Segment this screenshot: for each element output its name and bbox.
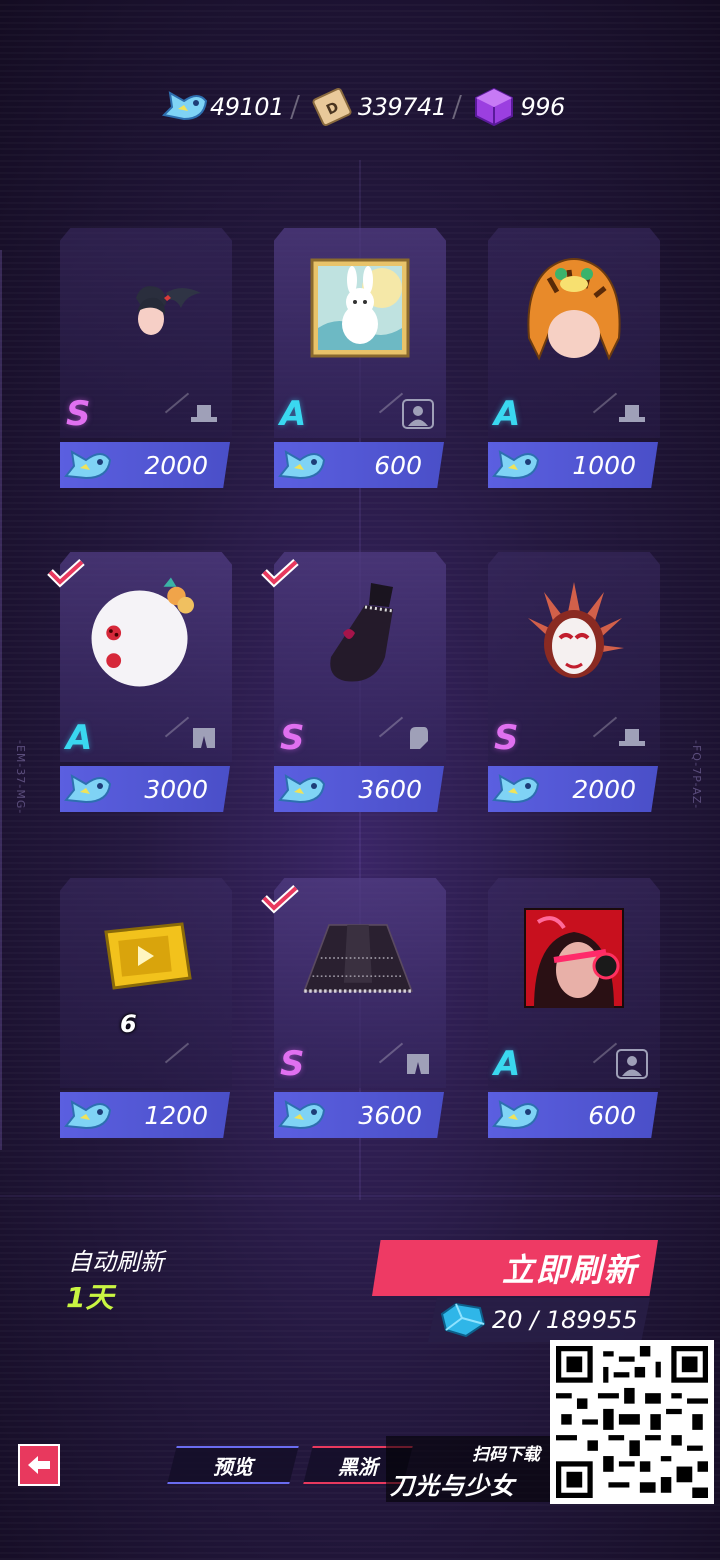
hat-icon: [612, 398, 652, 430]
avatar-icon: [612, 1048, 652, 1080]
fish-coin-icon: [492, 450, 540, 480]
rank-badge: S: [280, 1044, 305, 1084]
currency-ticket: D 339741: [308, 84, 447, 130]
price: 1200: [144, 1100, 208, 1130]
rabbit-frame-icon: [300, 248, 420, 368]
refresh-now-label: 立即刷新: [501, 1251, 638, 1289]
rank-badge: S: [66, 394, 91, 434]
buy-button[interactable]: 3600: [274, 766, 444, 812]
avatar-icon: [398, 398, 438, 430]
shop-item-1[interactable]: S 2000: [60, 228, 232, 488]
fish-coin-icon: [492, 1100, 540, 1130]
back-button[interactable]: [18, 1444, 60, 1486]
download-promo: 扫码下载 刀光与少女: [386, 1436, 552, 1502]
glove-icon: [398, 722, 438, 754]
currency-fish: 49101: [160, 84, 284, 130]
shop-item-8[interactable]: S 3600: [261, 878, 446, 1138]
price: 2000: [144, 450, 208, 480]
feathered-mask-icon: [514, 572, 634, 692]
buy-button[interactable]: 3600: [274, 1092, 444, 1138]
qr-code: [550, 1340, 714, 1504]
price: 1000: [572, 450, 636, 480]
fish-coin-icon: [64, 774, 112, 804]
owned-check-icon: [261, 559, 299, 588]
owned-check-icon: [261, 885, 299, 914]
auto-refresh-value: 1天: [66, 1281, 114, 1314]
separator: [452, 95, 463, 119]
side-code-right: -FQ-7P-AZ-: [690, 740, 703, 810]
buy-button[interactable]: 600: [274, 442, 444, 488]
buy-button[interactable]: 1000: [488, 442, 658, 488]
refresh-cost-value: 20 / 189955: [492, 1306, 638, 1334]
currency-cube: 996: [470, 84, 565, 130]
hat-icon: [612, 722, 652, 754]
d-ticket-value: 339741: [357, 93, 447, 121]
price: 3000: [144, 774, 208, 804]
hat-icon: [184, 398, 224, 430]
rank-badge: A: [494, 394, 521, 434]
fish-coin-icon: [278, 450, 326, 480]
back-arrow-icon: [28, 1456, 50, 1474]
promo-game-title: 刀光与少女: [390, 1472, 515, 1500]
price: 2000: [572, 774, 636, 804]
shop-item-7[interactable]: 6 1200: [60, 878, 232, 1138]
fish-coin-value: 49101: [210, 93, 284, 121]
rank-badge: S: [494, 718, 519, 758]
shop-item-2[interactable]: A 600: [274, 228, 446, 488]
purple-cube-icon: [470, 84, 518, 130]
price: 3600: [358, 1100, 422, 1130]
qr-code-icon: [556, 1346, 708, 1498]
video-ticket-icon: [86, 898, 206, 1018]
buy-button[interactable]: 3000: [60, 766, 230, 812]
buy-button[interactable]: 2000: [60, 442, 230, 488]
price: 600: [374, 450, 422, 480]
separator: [289, 95, 300, 119]
rank-badge: S: [280, 718, 305, 758]
side-code-left: -EM-37-MG-: [14, 740, 27, 815]
shop-item-5[interactable]: S 3600: [261, 552, 446, 812]
blue-gem-icon: [440, 1302, 486, 1338]
tab-preview-label: 预览: [213, 1454, 253, 1479]
price: 3600: [358, 774, 422, 804]
promo-scan-text: 扫码下载: [472, 1445, 540, 1465]
d-ticket-icon: D: [308, 84, 356, 130]
tab-preview[interactable]: 预览: [167, 1446, 299, 1484]
buy-button[interactable]: 1200: [60, 1092, 230, 1138]
price: 600: [588, 1100, 636, 1130]
character-portrait-icon: [514, 898, 634, 1018]
pants-icon: [184, 722, 224, 754]
fish-coin-icon: [64, 1100, 112, 1130]
lace-skirt-icon: [300, 898, 420, 1018]
purple-cube-value: 996: [520, 93, 565, 121]
item-quantity: 6: [120, 1010, 137, 1038]
shop-item-6[interactable]: S 2000: [488, 552, 660, 812]
tab-black-label: 黑浙: [338, 1454, 378, 1479]
fish-coin-icon: [160, 84, 208, 130]
pants-icon: [398, 1048, 438, 1080]
fish-coin-icon: [278, 1100, 326, 1130]
currency-bar: 49101 D 339741 996: [160, 84, 580, 130]
shop-item-3[interactable]: A 1000: [488, 228, 660, 488]
buy-button[interactable]: 600: [488, 1092, 658, 1138]
owned-check-icon: [47, 559, 85, 588]
refresh-now-button[interactable]: 立即刷新: [372, 1240, 658, 1296]
buy-button[interactable]: 2000: [488, 766, 658, 812]
fish-coin-icon: [64, 450, 112, 480]
shop-item-4[interactable]: A 3000: [47, 552, 232, 812]
white-ball-icon: [86, 572, 206, 692]
ponytail-hair-icon: [86, 248, 206, 368]
fish-coin-icon: [492, 774, 540, 804]
black-glove-icon: [300, 572, 420, 692]
auto-refresh-label: 自动刷新: [68, 1248, 164, 1276]
tiger-hood-icon: [514, 248, 634, 368]
refresh-cost: 20 / 189955: [428, 1298, 650, 1342]
fish-coin-icon: [278, 774, 326, 804]
rank-badge: A: [66, 718, 93, 758]
rank-badge: A: [494, 1044, 521, 1084]
shop-item-9[interactable]: A 600: [488, 878, 660, 1138]
rank-badge: A: [280, 394, 307, 434]
